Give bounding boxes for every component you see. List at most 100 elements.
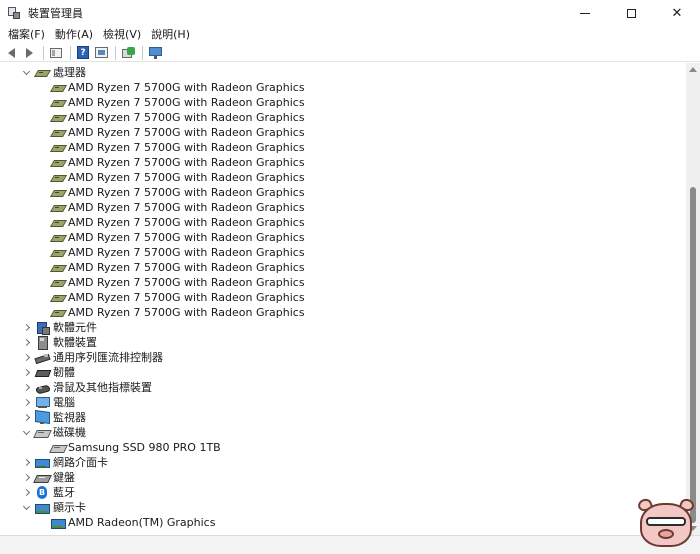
tree-node-monitors[interactable]: 監視器: [0, 410, 686, 425]
scroll-up-icon[interactable]: [689, 67, 697, 72]
tree-node-mice[interactable]: 滑鼠及其他指標裝置: [0, 380, 686, 395]
properties-icon: [50, 47, 62, 58]
expand-chevron[interactable]: [21, 470, 31, 485]
chevron-down-icon: [22, 427, 30, 435]
help-button[interactable]: ?: [75, 45, 91, 61]
usb-controller-icon: [35, 351, 49, 364]
tree-item-processor[interactable]: AMD Ryzen 7 5700G with Radeon Graphics: [0, 230, 686, 245]
close-button[interactable]: ✕: [654, 0, 700, 26]
tree-item-label: AMD Ryzen 7 5700G with Radeon Graphics: [68, 171, 305, 184]
tree-item-processor[interactable]: AMD Ryzen 7 5700G with Radeon Graphics: [0, 125, 686, 140]
tree-node-display-adapters[interactable]: 顯示卡: [0, 500, 686, 515]
chevron-right-icon: [22, 323, 30, 332]
menu-view[interactable]: 檢視(V): [99, 26, 145, 44]
tree-item-processor[interactable]: AMD Ryzen 7 5700G with Radeon Graphics: [0, 200, 686, 215]
tree-node-label: 鍵盤: [53, 471, 75, 484]
expand-chevron[interactable]: [21, 350, 31, 365]
tree-item-processor[interactable]: AMD Ryzen 7 5700G with Radeon Graphics: [0, 185, 686, 200]
chevron-down-icon: [22, 502, 30, 510]
tree-node-firmware[interactable]: 韌體: [0, 365, 686, 380]
tree-node-keyboards[interactable]: 鍵盤: [0, 470, 686, 485]
toolbar-divider: [142, 45, 143, 60]
bluetooth-icon: [35, 486, 49, 499]
tree-item-label: AMD Ryzen 7 5700G with Radeon Graphics: [68, 216, 305, 229]
processor-icon: [51, 126, 65, 139]
scan-hardware-icon: [94, 47, 108, 58]
tree-item-processor[interactable]: AMD Ryzen 7 5700G with Radeon Graphics: [0, 215, 686, 230]
tree-item-label: AMD Ryzen 7 5700G with Radeon Graphics: [68, 201, 305, 214]
tree-node-label: 藍牙: [53, 486, 75, 499]
tree-node-network-adapters[interactable]: 網路介面卡: [0, 455, 686, 470]
window-controls: ✕: [562, 0, 700, 26]
maximize-icon: [626, 8, 636, 18]
title-bar: 裝置管理員 ✕: [0, 0, 700, 26]
maximize-button[interactable]: [608, 0, 654, 26]
tree-item-label: AMD Ryzen 7 5700G with Radeon Graphics: [68, 111, 305, 124]
tree-item-processor[interactable]: AMD Ryzen 7 5700G with Radeon Graphics: [0, 290, 686, 305]
back-button[interactable]: [3, 45, 19, 61]
tree-node-label: 滑鼠及其他指標裝置: [53, 381, 152, 394]
expand-chevron[interactable]: [21, 395, 31, 410]
properties-button[interactable]: [48, 45, 64, 61]
disk-drive-icon: [35, 426, 49, 439]
expand-chevron[interactable]: [21, 335, 31, 350]
tree-item-processor[interactable]: AMD Ryzen 7 5700G with Radeon Graphics: [0, 275, 686, 290]
menu-file[interactable]: 檔案(F): [4, 26, 49, 44]
tree-item-processor[interactable]: AMD Ryzen 7 5700G with Radeon Graphics: [0, 155, 686, 170]
tree-item-processor[interactable]: AMD Ryzen 7 5700G with Radeon Graphics: [0, 245, 686, 260]
tree-item-processor[interactable]: AMD Ryzen 7 5700G with Radeon Graphics: [0, 110, 686, 125]
tree-node-disk-drives[interactable]: 磁碟機: [0, 425, 686, 440]
help-icon: ?: [77, 46, 89, 59]
tree-node-processors[interactable]: 處理器: [0, 65, 686, 80]
tree-item-processor[interactable]: AMD Ryzen 7 5700G with Radeon Graphics: [0, 80, 686, 95]
tree-node-label: 韌體: [53, 366, 75, 379]
minimize-button[interactable]: [562, 0, 608, 26]
keyboard-icon: [35, 471, 49, 484]
tree-node-software-components[interactable]: 軟體元件: [0, 320, 686, 335]
chevron-right-icon: [22, 338, 30, 347]
tree-item-processor[interactable]: AMD Ryzen 7 5700G with Radeon Graphics: [0, 170, 686, 185]
window-title: 裝置管理員: [28, 7, 83, 20]
scan-hardware-button[interactable]: [93, 45, 109, 61]
tree-item-label: AMD Ryzen 7 5700G with Radeon Graphics: [68, 291, 305, 304]
tree-node-bluetooth[interactable]: 藍牙: [0, 485, 686, 500]
scrollbar-thumb[interactable]: [690, 187, 696, 523]
processor-icon: [51, 111, 65, 124]
menu-action[interactable]: 動作(A): [51, 26, 97, 44]
display-adapter-icon: [51, 516, 66, 529]
disk-drive-icon: [51, 441, 65, 454]
expand-chevron[interactable]: [21, 365, 31, 380]
expand-chevron[interactable]: [21, 455, 31, 470]
tree-item-display-adapter[interactable]: AMD Radeon(TM) Graphics: [0, 515, 686, 530]
tree-node-software-devices[interactable]: 軟體裝置: [0, 335, 686, 350]
tree-item-processor[interactable]: AMD Ryzen 7 5700G with Radeon Graphics: [0, 140, 686, 155]
collapse-chevron[interactable]: [21, 425, 31, 440]
device-tree: 處理器 AMD Ryzen 7 5700G with Radeon Graphi…: [0, 63, 686, 535]
vertical-scrollbar[interactable]: [686, 63, 700, 535]
toolbar-divider: [115, 45, 116, 60]
tree-item-processor[interactable]: AMD Ryzen 7 5700G with Radeon Graphics: [0, 260, 686, 275]
expand-chevron[interactable]: [21, 380, 31, 395]
update-driver-button[interactable]: [120, 45, 136, 61]
collapse-chevron[interactable]: [21, 65, 31, 80]
chevron-down-icon: [22, 67, 30, 75]
processor-icon: [51, 246, 65, 259]
tree-item-processor[interactable]: AMD Ryzen 7 5700G with Radeon Graphics: [0, 95, 686, 110]
expand-chevron[interactable]: [21, 320, 31, 335]
tree-node-label: 電腦: [53, 396, 75, 409]
tree-node-computer[interactable]: 電腦: [0, 395, 686, 410]
monitor-button[interactable]: [147, 45, 163, 61]
monitor-icon: [35, 411, 49, 424]
expand-chevron[interactable]: [21, 485, 31, 500]
expand-chevron[interactable]: [21, 410, 31, 425]
toolbar-divider: [70, 45, 71, 60]
tree-item-disk-drive[interactable]: Samsung SSD 980 PRO 1TB: [0, 440, 686, 455]
status-bar: [0, 535, 700, 554]
menu-help[interactable]: 說明(H): [147, 26, 194, 44]
forward-button[interactable]: [21, 45, 37, 61]
collapse-chevron[interactable]: [21, 500, 31, 515]
tree-item-processor[interactable]: AMD Ryzen 7 5700G with Radeon Graphics: [0, 305, 686, 320]
processor-icon: [51, 276, 65, 289]
tree-node-usb-controllers[interactable]: 通用序列匯流排控制器: [0, 350, 686, 365]
processor-icon: [51, 306, 65, 319]
